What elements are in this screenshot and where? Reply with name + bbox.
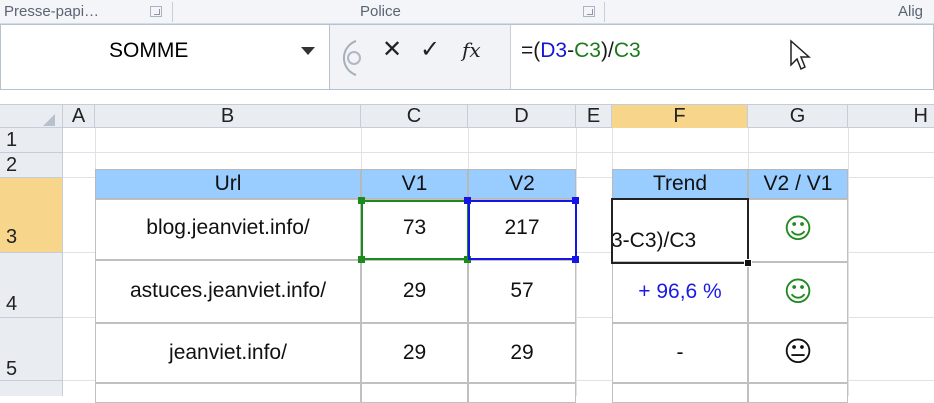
formula-text: =(D3-C3)/C3 (521, 39, 641, 63)
table-header-v2[interactable]: V2 (468, 169, 576, 199)
table-header-url[interactable]: Url (95, 169, 361, 199)
cell-b3[interactable]: blog.jeanviet.info/ (95, 199, 361, 260)
cell-d4[interactable]: 57 (468, 260, 576, 323)
cell-g5[interactable]: 😐 (748, 323, 848, 383)
ribbon-group-bar: Presse-papi… Police Alig (0, 0, 934, 24)
column-header-d[interactable]: D (468, 105, 576, 128)
cell-g6[interactable] (748, 383, 848, 403)
clipboard-launcher-icon[interactable] (150, 6, 162, 17)
ref-handle[interactable] (464, 197, 471, 204)
ref-handle[interactable] (358, 197, 365, 204)
ref-handle[interactable] (358, 256, 365, 263)
column-header-b[interactable]: B (95, 105, 361, 128)
ribbon-group-alignment: Alig (898, 3, 924, 20)
formula-ref-d3: D3 (540, 39, 568, 62)
name-box-value: SOMME (109, 39, 189, 62)
row-header-4[interactable]: 4 (0, 253, 63, 318)
column-header-h[interactable]: H (848, 105, 934, 128)
active-cell-border (611, 198, 749, 264)
ref-handle[interactable] (572, 197, 579, 204)
select-all-icon (43, 114, 55, 126)
ribbon-separator (172, 2, 173, 22)
cell-b5[interactable]: jeanviet.info/ (95, 323, 361, 383)
chevron-down-icon[interactable] (301, 47, 315, 55)
splitter-icon[interactable] (334, 39, 364, 77)
mouse-pointer-icon (790, 39, 811, 71)
table-header-trend[interactable]: Trend (612, 169, 748, 199)
ref-handle[interactable] (572, 256, 579, 263)
table-header-ratio[interactable]: V2 / V1 (748, 169, 848, 199)
column-header-a[interactable]: A (63, 105, 95, 128)
select-all-corner[interactable] (0, 105, 63, 128)
cell-d6[interactable] (468, 383, 576, 403)
cell-f4[interactable]: + 96,6 % (612, 262, 748, 323)
ribbon-group-clipboard: Presse-papi… (4, 3, 100, 20)
table-header-v1[interactable]: V1 (361, 169, 468, 199)
cell-c5[interactable]: 29 (361, 323, 468, 383)
neutral-face-icon: 😐 (783, 335, 813, 368)
insert-function-icon[interactable]: fx (462, 38, 481, 62)
formula-ref-c3: C3 (613, 39, 641, 62)
smiley-icon: ☺ (783, 212, 813, 245)
cell-d5[interactable]: 29 (468, 323, 576, 383)
ref-highlight-c3 (361, 200, 469, 260)
row-header-6[interactable] (0, 381, 63, 396)
column-header-f[interactable]: F (612, 105, 748, 128)
column-header-bar: A B C D E F G H (0, 104, 934, 128)
column-header-g[interactable]: G (748, 105, 848, 128)
smiley-icon: ☺ (783, 275, 813, 308)
cancel-icon[interactable]: ✕ (382, 35, 402, 64)
formula-part: =( (521, 39, 541, 62)
formula-part: )/ (600, 39, 614, 62)
row-header-3[interactable]: 3 (0, 178, 63, 253)
enter-icon[interactable]: ✓ (420, 35, 440, 64)
cell-f6[interactable] (612, 383, 748, 403)
row-header-1[interactable]: 1 (0, 128, 63, 153)
formula-tools: ✕ ✓ fx (330, 24, 510, 90)
row-header-5[interactable]: 5 (0, 318, 63, 381)
column-header-e[interactable]: E (576, 105, 612, 128)
column-header-c[interactable]: C (361, 105, 468, 128)
grid-line (848, 128, 849, 396)
font-launcher-icon[interactable] (583, 6, 595, 17)
formula-ref-c3: C3 (574, 39, 601, 62)
grid-line (63, 152, 934, 153)
ref-highlight-d3 (468, 200, 577, 260)
ribbon-separator (604, 2, 605, 22)
cell-g3[interactable]: ☺ (748, 199, 848, 262)
cell-c6[interactable] (361, 383, 468, 403)
cell-b4[interactable]: astuces.jeanviet.info/ (95, 260, 361, 323)
formula-input[interactable]: =(D3-C3)/C3 (510, 24, 934, 90)
name-box[interactable]: SOMME (0, 24, 330, 90)
cell-g4[interactable]: ☺ (748, 262, 848, 323)
ribbon-group-font: Police (360, 3, 401, 20)
cell-c4[interactable]: 29 (361, 260, 468, 323)
formula-bar: SOMME ✕ ✓ fx =(D3-C3)/C3 (0, 24, 934, 94)
row-header-2[interactable]: 2 (0, 153, 63, 178)
cell-f5[interactable]: - (612, 323, 748, 383)
cell-b6[interactable] (95, 383, 361, 403)
fill-handle[interactable] (744, 259, 752, 267)
